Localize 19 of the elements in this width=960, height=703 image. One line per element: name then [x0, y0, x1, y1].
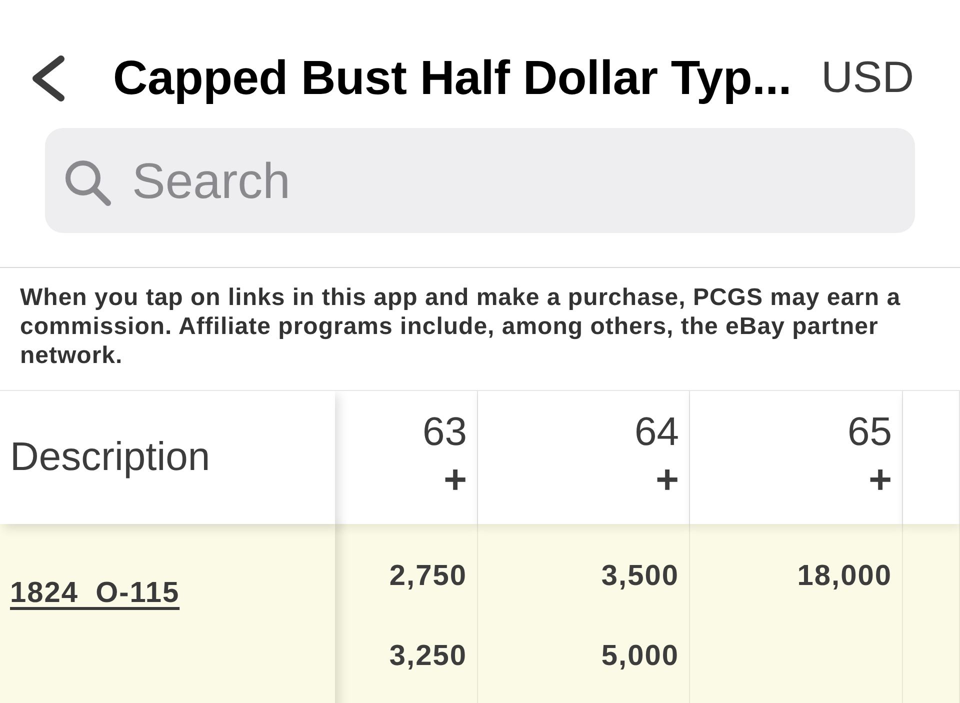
price-value: 5,000 [601, 642, 679, 670]
price-value: 3,500 [601, 562, 679, 590]
price-value: 18,000 [797, 562, 892, 590]
plus-grade-label: + [656, 457, 679, 504]
plus-grade-label: + [444, 457, 467, 504]
price-value: 3,250 [389, 642, 467, 670]
coin-variety-link[interactable]: 1824 O-115 [10, 577, 180, 609]
grade-header: 64 [634, 409, 679, 456]
grade-header: 65 [848, 409, 892, 456]
column-header: Description [10, 435, 210, 480]
price-value: 2,750 [389, 562, 467, 590]
currency-button[interactable]: USD [821, 54, 914, 102]
affiliate-disclaimer: When you tap on links in this app and make a purchase, PCGS may earn a commission. Affiliate programs include, among others, the eBay partner network. [20, 283, 902, 370]
back-icon[interactable] [30, 54, 66, 102]
grade-header: 63 [422, 409, 467, 456]
plus-grade-label: + [868, 457, 892, 504]
search-field[interactable]: Search [45, 128, 915, 233]
page-title: Capped Bust Half Dollar Typ... [113, 50, 793, 106]
search-icon [64, 159, 112, 207]
